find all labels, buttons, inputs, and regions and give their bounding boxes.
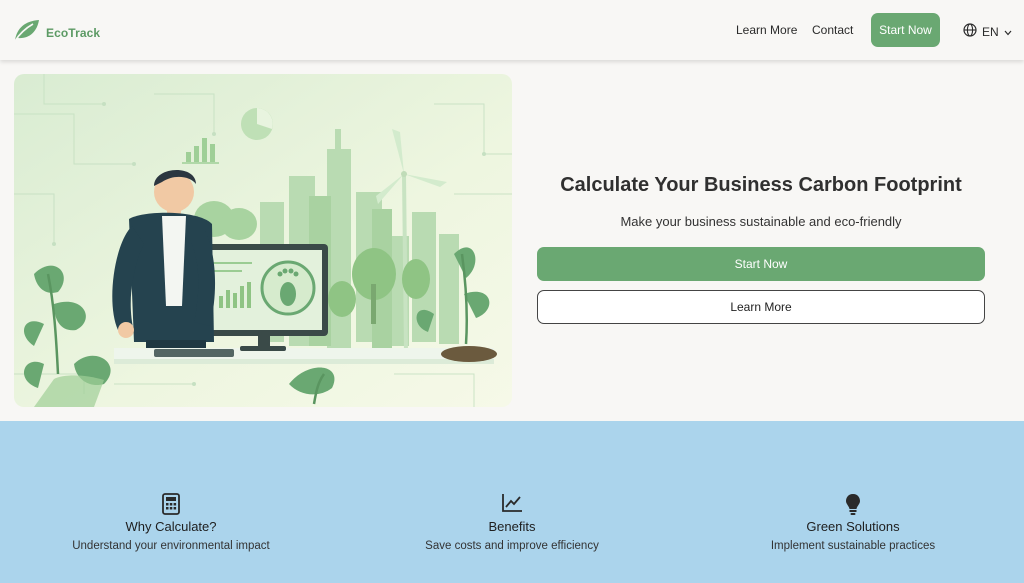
hero-subtitle: Make your business sustainable and eco-f…	[620, 214, 902, 229]
feature-green-solutions: Green Solutions Implement sustainable pr…	[703, 493, 1003, 552]
features-section: Why Calculate? Understand your environme…	[0, 421, 1024, 583]
feature-benefits: Benefits Save costs and improve efficien…	[362, 493, 662, 552]
language-selector[interactable]: EN	[963, 23, 1012, 40]
chevron-down-icon	[1004, 25, 1012, 39]
nav-contact-link[interactable]: Contact	[812, 23, 853, 37]
leaf-icon	[13, 18, 40, 47]
hero-learn-more-button[interactable]: Learn More	[537, 290, 985, 324]
feature-title: Why Calculate?	[125, 519, 217, 534]
hero-illustration	[14, 74, 512, 407]
language-label: EN	[982, 24, 999, 39]
globe-icon	[963, 23, 977, 40]
feature-description: Save costs and improve efficiency	[425, 540, 599, 552]
feature-description: Implement sustainable practices	[770, 540, 936, 552]
nav-start-now-button[interactable]: Start Now	[871, 13, 940, 47]
brand-logo[interactable]: EcoTrack	[13, 18, 100, 47]
top-navigation-bar: EcoTrack Learn More Contact Start Now EN	[0, 0, 1024, 60]
feature-title: Benefits	[488, 519, 536, 534]
hero-start-now-button[interactable]: Start Now	[537, 247, 985, 281]
feature-why-calculate: Why Calculate? Understand your environme…	[21, 493, 321, 552]
chart-line-icon	[501, 493, 523, 517]
lightbulb-icon	[845, 493, 861, 517]
brand-name: EcoTrack	[46, 25, 101, 40]
nav-learn-more-link[interactable]: Learn More	[736, 23, 797, 37]
feature-title: Green Solutions	[806, 519, 900, 534]
calculator-icon	[162, 493, 180, 517]
hero-title: Calculate Your Business Carbon Footprint	[560, 174, 962, 196]
feature-description: Understand your environmental impact	[72, 540, 270, 552]
